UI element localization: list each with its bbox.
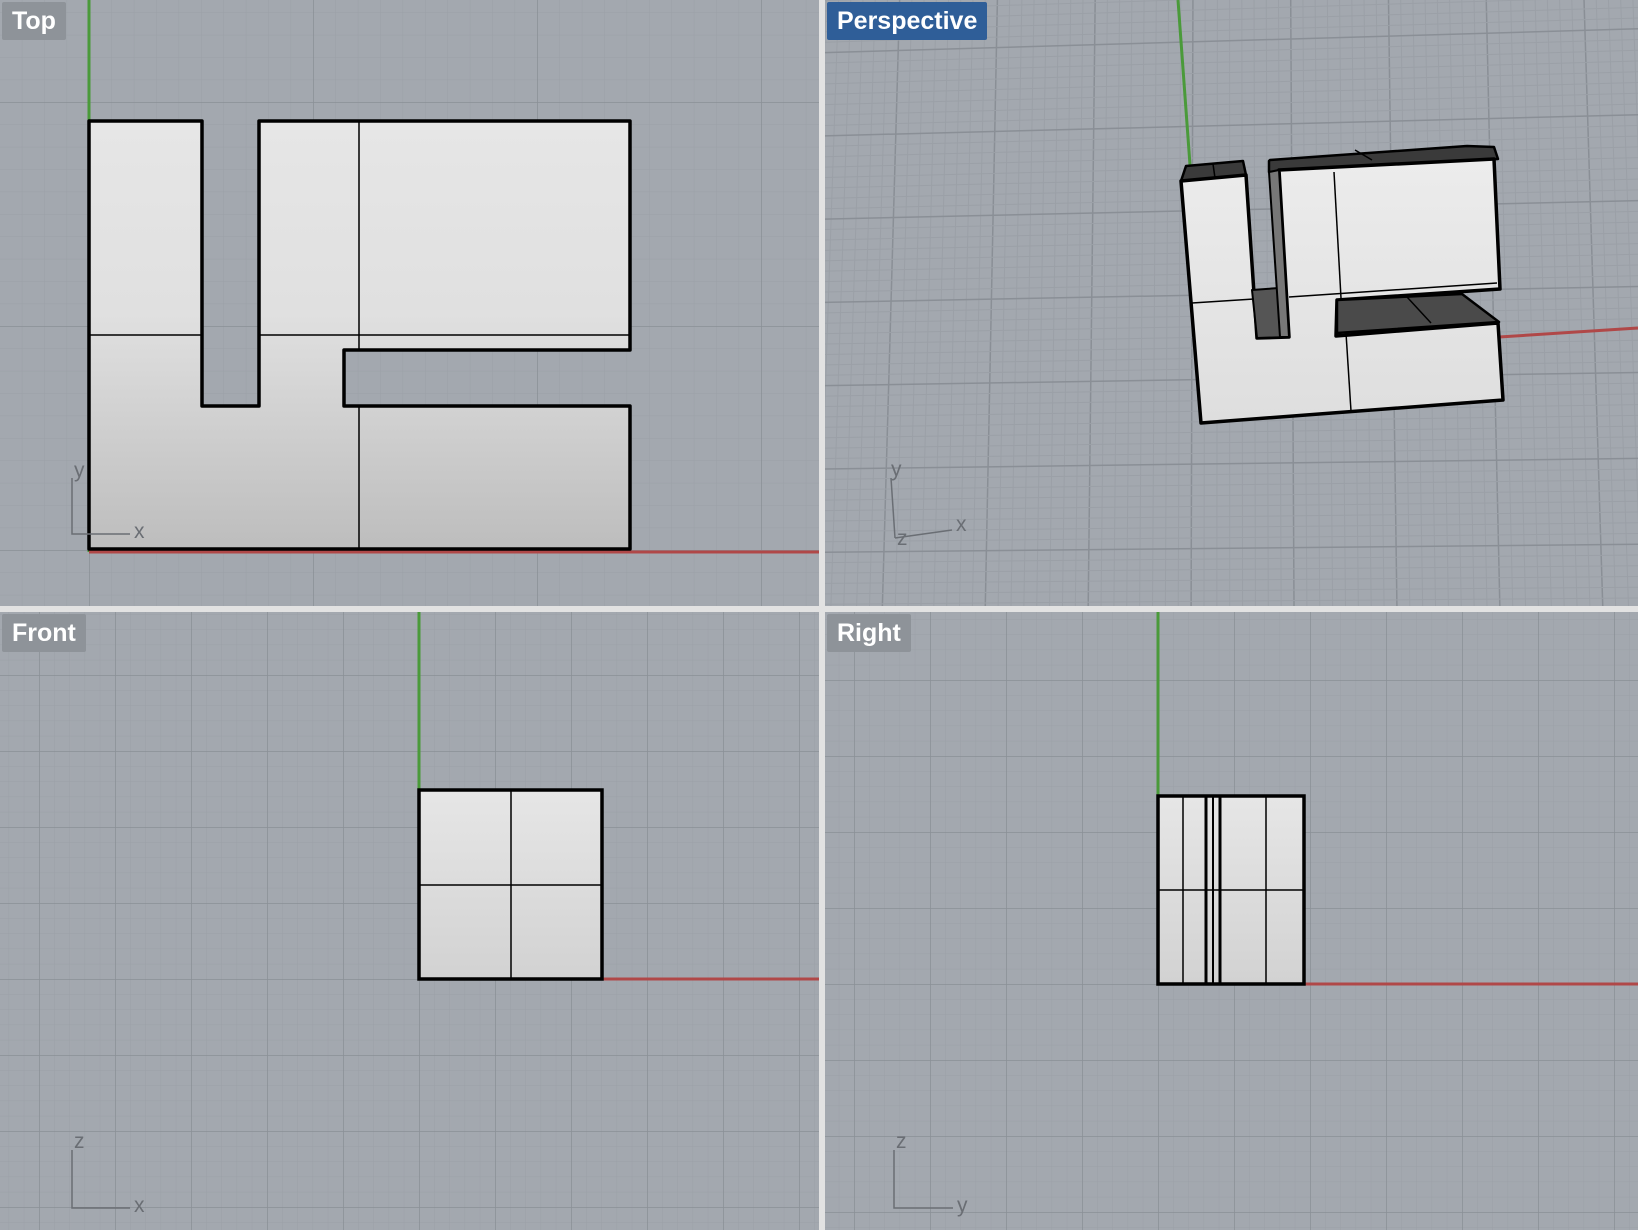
viewport-label-front[interactable]: Front: [2, 614, 86, 652]
viewport-right-canvas[interactable]: y z: [825, 612, 1638, 1230]
axis-triad-x-label: x: [134, 1194, 145, 1217]
viewport-label-perspective[interactable]: Perspective: [827, 2, 988, 40]
viewport-top-canvas[interactable]: x y: [0, 0, 819, 606]
model-front-view[interactable]: [417, 788, 604, 981]
axis-triad-z-label: z: [74, 1130, 85, 1153]
grid-major: [0, 612, 819, 1230]
axis-triad-z-label: z: [897, 527, 908, 550]
viewport-perspective-canvas[interactable]: x y z: [825, 0, 1638, 606]
viewport-label-right[interactable]: Right: [827, 614, 911, 652]
viewport-right[interactable]: y z Right: [825, 612, 1638, 1230]
axis-triad-z-label: z: [896, 1130, 907, 1153]
axis-triad-x-label: x: [134, 520, 145, 543]
viewport-perspective[interactable]: x y z Perspective: [825, 0, 1638, 606]
viewport-front-canvas[interactable]: x z: [0, 612, 819, 1230]
model-right-view[interactable]: [1156, 794, 1306, 986]
model-top-view[interactable]: [87, 119, 632, 551]
model-perspective-view[interactable]: [1179, 144, 1505, 425]
axis-triad-y-label: y: [891, 458, 902, 481]
axis-triad-x-label: x: [956, 513, 967, 536]
viewport-label-top[interactable]: Top: [2, 2, 66, 40]
x-axis-line: [1498, 326, 1638, 339]
axis-triad-y-label: y: [957, 1194, 968, 1217]
viewport-front[interactable]: x z Front: [0, 612, 819, 1230]
axis-triad-y-label: y: [74, 459, 85, 482]
viewport-top[interactable]: x y Top: [0, 0, 819, 606]
